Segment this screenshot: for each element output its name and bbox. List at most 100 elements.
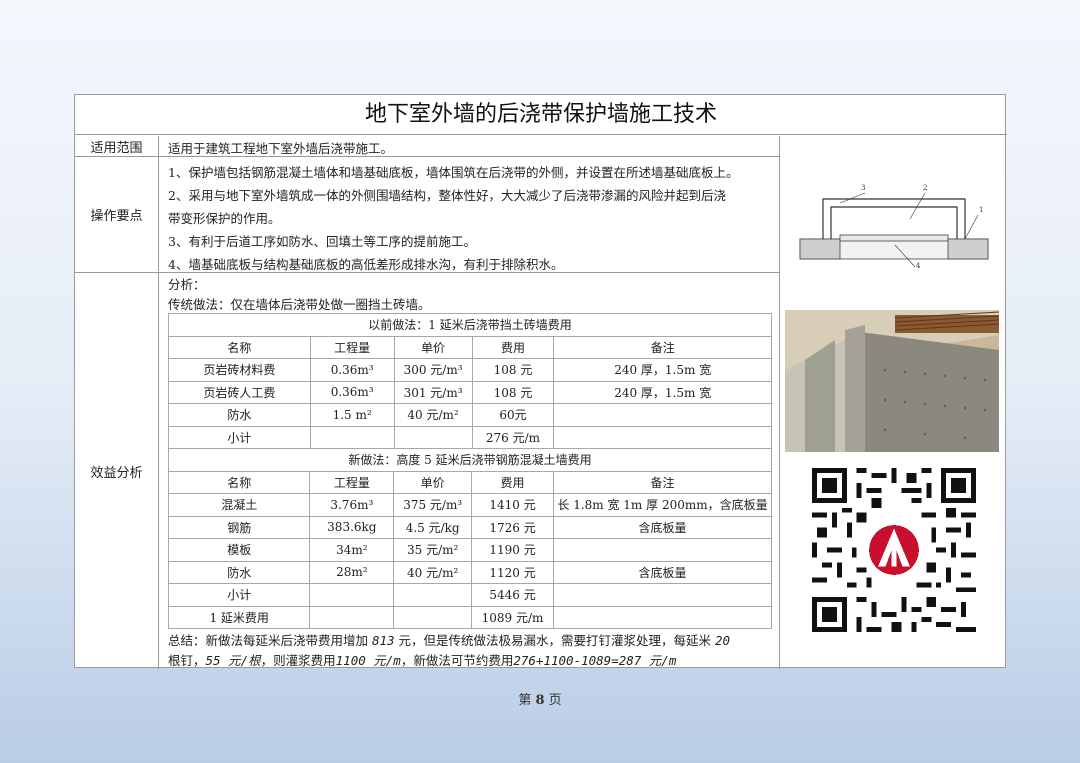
cell-name: 页岩砖人工费 (168, 380, 311, 404)
table-header: 单价 (393, 335, 473, 359)
cell-cost: 1726 元 (471, 515, 554, 539)
operation-line-5: 4、墙基础底板与结构基础底板的高低差形成排水沟，有利于排除积水。 (168, 257, 564, 272)
cell-note: 240 厚，1.5m 宽 (553, 380, 772, 404)
page-number-value: 8 (535, 693, 545, 708)
cell-unit-price: 301 元/m³ (393, 380, 473, 404)
old-cost-table: 以前做法：1 延米后浇带挡土砖墙费用 名称 工程量 单价 费用 备注 页岩砖材料… (168, 313, 772, 449)
cell-unit-price: 375 元/m³ (393, 493, 473, 517)
cell-name: 防水 (168, 403, 311, 427)
scope-text: 适用于建筑工程地下室外墙后浇带施工。 (168, 141, 394, 156)
cell-quantity (309, 425, 395, 449)
table-row: 小计 5446 元 (167, 583, 772, 607)
cell-name: 钢筋 (167, 515, 311, 539)
operation-line-1: 1、保护墙包括钢筋混凝土墙体和墙基础底板，墙体围筑在后浇带的外侧，并设置在所述墙… (168, 165, 739, 180)
cell-name: 页岩砖材料费 (168, 358, 311, 382)
cell-note (553, 538, 772, 562)
table-row: 页岩砖材料费 0.36m³ 300 元/m³ 108 元 240 厚，1.5m … (168, 358, 772, 382)
cell-quantity: 3.76m³ (309, 493, 395, 517)
summary-text: ，则灌浆费用 (260, 653, 336, 668)
cell-quantity: 0.36m³ (309, 380, 395, 404)
diagram-label: 4 (916, 262, 921, 269)
cell-unit-price: 300 元/m³ (393, 358, 473, 382)
cell-name: 1 延米费用 (167, 605, 311, 629)
cell-note (553, 403, 772, 427)
cell-cost: 1120 元 (471, 560, 554, 584)
table-row: 1 延米费用 1089 元/m (167, 605, 772, 629)
cell-note (553, 583, 772, 607)
cell-cost: 276 元/m (471, 425, 555, 449)
table-row: 防水 1.5 m² 40 元/m² 60元 (168, 403, 772, 427)
cell-note: 含底板量 (553, 515, 772, 539)
table-header: 备注 (553, 335, 772, 359)
cell-cost: 1190 元 (471, 538, 554, 562)
summary-text: 总结：新做法每延米后浇带费用增加 (168, 633, 372, 648)
cell-cost: 108 元 (471, 380, 555, 404)
analysis-heading: 分析： (168, 277, 206, 292)
cell-name: 模板 (167, 538, 311, 562)
summary-text: ，新做法可节约费用 (400, 653, 514, 668)
page-number: 第 8 页 (0, 689, 1080, 708)
page-title: 地下室外墙的后浇带保护墙施工技术 (75, 95, 1007, 135)
old-table-caption: 以前做法：1 延米后浇带挡土砖墙费用 (168, 313, 772, 337)
table-header: 工程量 (309, 470, 395, 494)
table-header: 名称 (167, 470, 311, 494)
cell-note (553, 605, 772, 629)
protection-wall-diagram: 3 2 1 4 (799, 184, 989, 269)
cell-cost: 1089 元/m (471, 605, 554, 629)
cell-unit-price (393, 425, 473, 449)
qr-code (812, 468, 976, 632)
cell-note: 长 1.8m 宽 1m 厚 200mm，含底板量 (553, 493, 772, 517)
cell-quantity: 1.5 m² (309, 403, 395, 427)
diagram-label: 1 (979, 206, 983, 214)
cell-cost: 1410 元 (471, 493, 554, 517)
cell-note: 240 厚，1.5m 宽 (553, 358, 772, 382)
operation-label: 操作要点 (75, 157, 159, 271)
cell-quantity (309, 605, 395, 629)
summary-value: 1100 元/m (335, 653, 401, 668)
diagram-label: 3 (861, 184, 865, 192)
table-row: 防水 28m² 40 元/m² 1120 元 含底板量 (167, 560, 772, 584)
new-cost-table: 新做法：高度 5 延米后浇带钢筋混凝土墙费用 名称 工程量 单价 费用 备注 混… (167, 448, 772, 629)
summary-text: 元，但是传统做法极易漏水，需要打钉灌浆处理，每延米 (394, 633, 716, 648)
cell-name: 小计 (167, 583, 311, 607)
cell-unit-price (393, 605, 473, 629)
page-number-suffix: 页 (548, 693, 562, 708)
table-row: 混凝土 3.76m³ 375 元/m³ 1410 元 长 1.8m 宽 1m 厚… (167, 493, 772, 517)
table-header: 费用 (471, 470, 554, 494)
table-header: 备注 (553, 470, 772, 494)
cell-cost: 60元 (471, 403, 555, 427)
table-row: 页岩砖人工费 0.36m³ 301 元/m³ 108 元 240 厚，1.5m … (168, 380, 772, 404)
cell-note: 含底板量 (553, 560, 772, 584)
new-table-caption: 新做法：高度 5 延米后浇带钢筋混凝土墙费用 (168, 448, 772, 472)
cell-name: 防水 (167, 560, 311, 584)
summary-line-1: 总结：新做法每延米后浇带费用增加 813 元，但是传统做法极易漏水，需要打钉灌浆… (168, 630, 730, 649)
table-row: 小计 276 元/m (168, 425, 772, 449)
table-header: 费用 (471, 335, 555, 359)
cell-note (553, 425, 772, 449)
cell-quantity: 28m² (309, 560, 395, 584)
cell-name: 混凝土 (167, 493, 311, 517)
table-header: 名称 (168, 335, 311, 359)
operation-line-2: 2、采用与地下室外墙筑成一体的外侧围墙结构，整体性好，大大减少了后浇带渗漏的风险… (168, 188, 726, 203)
summary-value: 276+1100-1089=287 元/m (513, 653, 677, 668)
summary-value: 20 (715, 633, 731, 648)
cell-unit-price: 40 元/m² (393, 560, 473, 584)
page-number-prefix: 第 (518, 693, 532, 708)
summary-value: 813 (371, 633, 395, 648)
cell-unit-price: 35 元/m² (393, 538, 473, 562)
cell-cost: 5446 元 (471, 583, 554, 607)
summary-text: 根钉， (168, 653, 206, 668)
benefit-label: 效益分析 (75, 273, 159, 669)
construction-photo (785, 310, 999, 452)
table-row: 模板 34m² 35 元/m² 1190 元 (167, 538, 772, 562)
cell-cost: 108 元 (471, 358, 555, 382)
operation-line-3: 带变形保护的作用。 (168, 211, 281, 226)
table-row: 钢筋 383.6kg 4.5 元/kg 1726 元 含底板量 (167, 515, 772, 539)
cell-unit-price (393, 583, 473, 607)
document-sheet: 地下室外墙的后浇带保护墙施工技术 适用范围 适用于建筑工程地下室外墙后浇带施工。… (74, 94, 1007, 669)
cell-quantity: 34m² (309, 538, 395, 562)
cell-quantity: 383.6kg (309, 515, 395, 539)
table-header: 单价 (393, 470, 473, 494)
cell-unit-price: 40 元/m² (393, 403, 473, 427)
cell-name: 小计 (168, 425, 311, 449)
